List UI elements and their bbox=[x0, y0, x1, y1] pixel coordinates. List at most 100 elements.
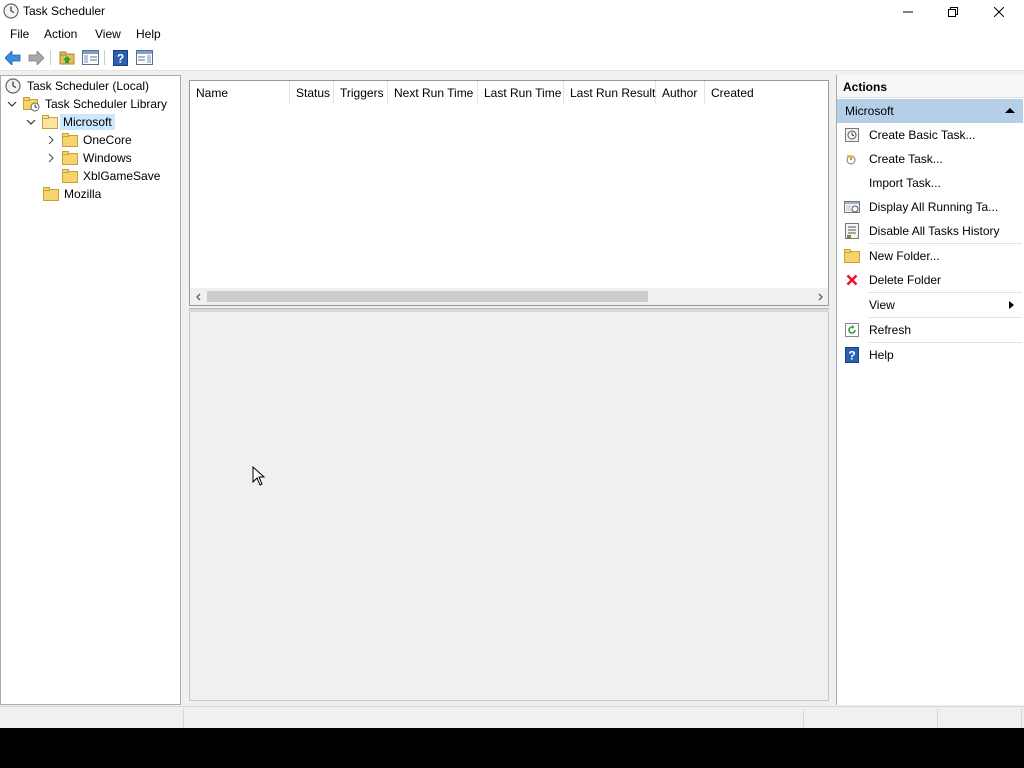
tasks-history-icon bbox=[844, 223, 860, 239]
tree-item-xblgamesave[interactable]: XblGameSave bbox=[62, 167, 163, 185]
help-button[interactable]: ? bbox=[111, 48, 130, 67]
up-folder-icon bbox=[59, 51, 74, 65]
restore-button[interactable] bbox=[930, 0, 976, 23]
status-segment bbox=[937, 709, 938, 727]
action-label: Display All Running Ta... bbox=[869, 200, 999, 214]
actions-header: Actions bbox=[837, 75, 1024, 98]
action-label: New Folder... bbox=[869, 249, 940, 263]
collapse-arrow-icon[interactable] bbox=[1005, 108, 1015, 113]
folder-open-icon bbox=[42, 115, 58, 129]
back-button[interactable] bbox=[3, 48, 22, 67]
scroll-left-button[interactable] bbox=[190, 288, 207, 305]
folder-icon bbox=[62, 133, 78, 147]
tree-label: Mozilla bbox=[64, 187, 102, 201]
submenu-arrow-icon bbox=[1009, 301, 1014, 309]
menu-view[interactable]: View bbox=[95, 27, 121, 41]
chevron-right-icon[interactable] bbox=[46, 135, 56, 145]
tree-item-onecore[interactable]: OneCore bbox=[46, 131, 135, 149]
action-disable-all-tasks-history[interactable]: Disable All Tasks History bbox=[837, 219, 1023, 243]
running-tasks-icon bbox=[844, 199, 860, 215]
toolbar-separator bbox=[50, 50, 51, 65]
show-hide-action-pane-icon bbox=[136, 50, 153, 65]
folder-icon bbox=[62, 169, 78, 183]
action-refresh[interactable]: Refresh bbox=[837, 318, 1023, 342]
tree-label: XblGameSave bbox=[83, 169, 161, 183]
minimize-button[interactable] bbox=[885, 0, 931, 23]
svg-text:?: ? bbox=[117, 51, 124, 65]
action-import-task[interactable]: Import Task... bbox=[837, 171, 1023, 195]
action-create-basic-task[interactable]: Create Basic Task... bbox=[837, 123, 1023, 147]
action-label: Refresh bbox=[869, 323, 912, 337]
chevron-right-icon[interactable] bbox=[46, 153, 56, 163]
help-icon: ? bbox=[113, 49, 128, 66]
column-header-created[interactable]: Created bbox=[705, 81, 775, 105]
column-header-last-run-time[interactable]: Last Run Time bbox=[478, 81, 564, 105]
show-hide-action-pane-button[interactable] bbox=[135, 48, 154, 67]
main-content: Name Status Triggers Next Run Time Last … bbox=[186, 75, 834, 705]
library-folder-clock-icon bbox=[23, 97, 40, 112]
scroll-thumb[interactable] bbox=[207, 291, 648, 302]
action-create-task[interactable]: Create Task... bbox=[837, 147, 1023, 171]
new-folder-icon bbox=[844, 248, 860, 264]
action-label: Help bbox=[869, 348, 894, 362]
minimize-icon bbox=[903, 11, 913, 12]
action-view[interactable]: View bbox=[837, 293, 1023, 317]
actions-pane: Actions Microsoft Create Basic Task... C… bbox=[836, 75, 1024, 705]
show-hide-console-tree-icon bbox=[82, 50, 99, 65]
close-button[interactable] bbox=[976, 0, 1022, 23]
refresh-icon bbox=[844, 322, 860, 338]
task-list-header: Name Status Triggers Next Run Time Last … bbox=[190, 81, 828, 105]
chevron-down-icon[interactable] bbox=[7, 99, 17, 109]
status-segment bbox=[803, 709, 804, 727]
toolbar-separator bbox=[104, 50, 105, 65]
column-header-status[interactable]: Status bbox=[290, 81, 334, 105]
back-icon bbox=[4, 50, 20, 65]
action-label: Disable All Tasks History bbox=[869, 224, 1000, 238]
tree-item-task-scheduler-local[interactable]: Task Scheduler (Local) bbox=[5, 77, 152, 95]
menu-action[interactable]: Action bbox=[44, 27, 77, 41]
folder-icon bbox=[62, 151, 78, 165]
menu-help[interactable]: Help bbox=[136, 27, 161, 41]
tree-label: Task Scheduler (Local) bbox=[27, 79, 150, 93]
tree-label: Task Scheduler Library bbox=[45, 97, 168, 111]
chevron-left-icon bbox=[195, 293, 200, 300]
action-label: Create Task... bbox=[869, 152, 943, 166]
chevron-down-icon[interactable] bbox=[26, 117, 36, 127]
status-bar bbox=[0, 706, 1024, 728]
title-bar[interactable]: Task Scheduler bbox=[0, 0, 1024, 23]
actions-section-microsoft[interactable]: Microsoft bbox=[837, 99, 1023, 123]
tree-item-task-scheduler-library[interactable]: Task Scheduler Library bbox=[7, 95, 170, 113]
forward-button[interactable] bbox=[26, 48, 45, 67]
tree-label: Microsoft bbox=[60, 114, 115, 130]
delete-icon bbox=[844, 272, 860, 288]
action-label: Create Basic Task... bbox=[869, 128, 976, 142]
action-delete-folder[interactable]: Delete Folder bbox=[837, 268, 1023, 292]
column-header-last-run-result[interactable]: Last Run Result bbox=[564, 81, 656, 105]
column-header-triggers[interactable]: Triggers bbox=[334, 81, 388, 105]
action-label: Import Task... bbox=[869, 176, 941, 190]
show-hide-console-tree-button[interactable] bbox=[81, 48, 100, 67]
menu-bar: File Action View Help bbox=[0, 23, 1024, 44]
console-tree[interactable]: Task Scheduler (Local) Task Scheduler Li… bbox=[0, 75, 181, 705]
create-task-icon bbox=[844, 151, 860, 167]
tree-item-windows[interactable]: Windows bbox=[46, 149, 135, 167]
tree-label: OneCore bbox=[83, 133, 132, 147]
task-list[interactable]: Name Status Triggers Next Run Time Last … bbox=[189, 80, 829, 306]
tree-label: Windows bbox=[83, 151, 132, 165]
tree-item-mozilla[interactable]: Mozilla bbox=[43, 185, 104, 203]
action-new-folder[interactable]: New Folder... bbox=[837, 244, 1023, 268]
horizontal-scrollbar[interactable] bbox=[190, 288, 828, 305]
tree-item-microsoft[interactable]: Microsoft bbox=[26, 113, 115, 131]
up-one-level-button[interactable] bbox=[57, 48, 76, 67]
action-help[interactable]: ? Help bbox=[837, 343, 1023, 367]
column-header-name[interactable]: Name bbox=[190, 81, 290, 105]
chevron-right-icon bbox=[818, 293, 823, 300]
toolbar: ? bbox=[0, 44, 1024, 71]
folder-icon bbox=[43, 187, 59, 201]
column-header-author[interactable]: Author bbox=[656, 81, 705, 105]
column-header-next-run-time[interactable]: Next Run Time bbox=[388, 81, 478, 105]
scroll-right-button[interactable] bbox=[811, 288, 828, 305]
menu-file[interactable]: File bbox=[10, 27, 29, 41]
section-label: Microsoft bbox=[845, 104, 894, 118]
action-display-all-running-tasks[interactable]: Display All Running Ta... bbox=[837, 195, 1023, 219]
